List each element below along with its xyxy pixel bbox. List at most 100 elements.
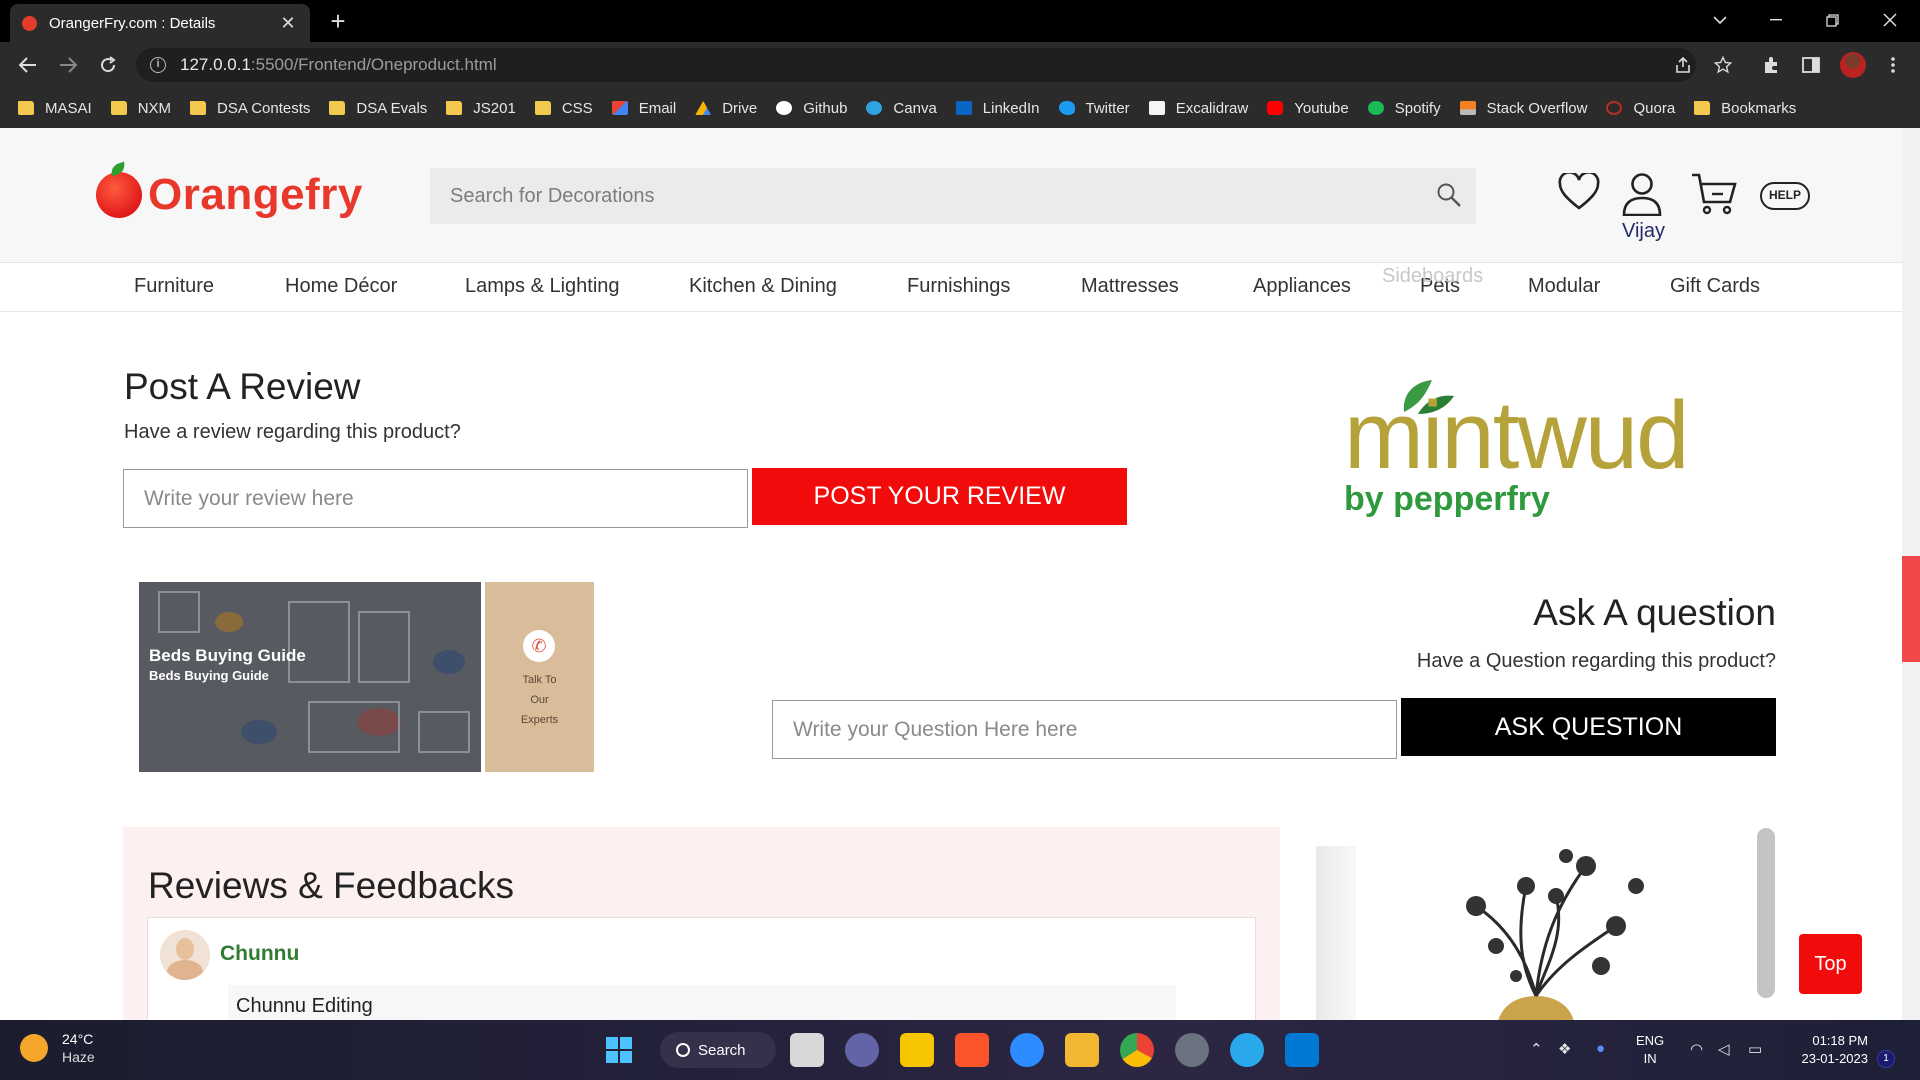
wishlist-heart-icon[interactable] <box>1558 173 1600 211</box>
nav-modular[interactable]: Modular <box>1528 275 1600 298</box>
bookmark-linkedin[interactable]: LinkedIn <box>955 100 1040 117</box>
user-name[interactable]: Vijay <box>1622 220 1665 243</box>
nav-home-decor[interactable]: Home Décor <box>285 275 397 298</box>
bookmark-dsa-contests[interactable]: DSA Contests <box>190 100 310 117</box>
bookmark-spotify[interactable]: Spotify <box>1367 100 1441 117</box>
ask-question-button[interactable]: ASK QUESTION <box>1401 698 1776 756</box>
bookmark-quora[interactable]: Quora <box>1606 100 1675 117</box>
folder-icon <box>329 101 346 115</box>
language-indicator[interactable]: ENG IN <box>1636 1032 1664 1068</box>
bookmark-label: Stack Overflow <box>1486 99 1588 117</box>
volume-icon[interactable]: ◁ <box>1718 1040 1730 1058</box>
system-clock[interactable]: 01:18 PM 23-01-2023 <box>1788 1032 1869 1068</box>
side-panel-icon[interactable] <box>1796 50 1826 80</box>
bookmark-css[interactable]: CSS <box>534 100 593 117</box>
page-scrollbar[interactable] <box>1902 128 1920 1020</box>
profile-avatar[interactable] <box>1840 52 1866 78</box>
search-icon[interactable] <box>1436 182 1462 208</box>
restore-icon[interactable] <box>1804 0 1860 40</box>
bookmark-stack-overflow[interactable]: Stack Overflow <box>1459 99 1588 117</box>
bookmark-canva[interactable]: Canva <box>866 100 937 117</box>
windows-taskbar: 24°C Haze Search ⌃ ❖ ● ENG IN ◠ ◁ ▭ 01:1… <box>0 1020 1920 1080</box>
reload-icon[interactable] <box>90 42 126 88</box>
tab-close-icon[interactable]: ✕ <box>278 13 298 34</box>
site-favicon-icon <box>22 15 37 31</box>
taskbar-search[interactable]: Search <box>660 1032 776 1068</box>
chrome-icon[interactable] <box>1120 1033 1154 1067</box>
search-icon <box>676 1043 690 1057</box>
url-field[interactable]: i 127.0.0.1:5500/Frontend/Oneproduct.htm… <box>136 48 1696 82</box>
telegram-icon[interactable] <box>1230 1033 1264 1067</box>
minimize-icon[interactable] <box>1748 0 1804 40</box>
bookmark-excalidraw[interactable]: Excalidraw <box>1148 100 1248 117</box>
share-icon[interactable] <box>1668 50 1698 80</box>
bookmark-twitter[interactable]: Twitter <box>1058 100 1130 117</box>
browser-tab[interactable]: OrangerFry.com : Details ✕ <box>10 4 310 42</box>
forward-icon[interactable] <box>50 42 86 88</box>
search-input[interactable] <box>430 168 1410 224</box>
bookmark-github[interactable]: Github <box>776 100 847 117</box>
show-hidden-icons-icon[interactable]: ⌃ <box>1530 1040 1543 1058</box>
battery-icon[interactable]: ▭ <box>1748 1040 1762 1058</box>
brave-browser-icon[interactable] <box>955 1033 989 1067</box>
settings-gear-icon[interactable] <box>1175 1033 1209 1067</box>
nav-appliances[interactable]: Appliances <box>1253 275 1351 298</box>
nav-kitchen-dining[interactable]: Kitchen & Dining <box>689 275 837 298</box>
question-input[interactable] <box>772 700 1397 759</box>
weather-widget[interactable]: 24°C Haze <box>20 1030 95 1066</box>
post-review-button[interactable]: POST YOUR REVIEW <box>752 468 1127 525</box>
bookmark-label: DSA Evals <box>356 99 428 117</box>
talk-to-experts-card[interactable]: ✆ Talk To Our Experts <box>485 582 594 772</box>
help-button[interactable]: HELP <box>1760 182 1810 210</box>
weather-condition: Haze <box>62 1049 95 1065</box>
microphone-icon[interactable]: ● <box>1596 1040 1605 1057</box>
dropbox-icon[interactable]: ❖ <box>1558 1040 1571 1058</box>
nav-gift-cards[interactable]: Gift Cards <box>1670 275 1760 298</box>
tab-title: OrangerFry.com : Details <box>49 14 216 32</box>
bookmark-bookmarks[interactable]: Bookmarks <box>1694 100 1796 117</box>
sticky-notes-icon[interactable] <box>900 1033 934 1067</box>
bookmark-youtube[interactable]: Youtube <box>1267 100 1349 117</box>
browser-tab-bar: OrangerFry.com : Details ✕ + <box>0 0 1920 42</box>
beds-buying-guide-banner[interactable]: Beds Buying Guide Beds Buying Guide <box>139 582 481 772</box>
user-profile-icon[interactable] <box>1621 172 1663 216</box>
bookmark-star-icon[interactable] <box>1708 50 1738 80</box>
page-scrollbar-thumb[interactable] <box>1902 556 1920 662</box>
site-info-icon[interactable]: i <box>150 57 166 73</box>
stack-overflow-icon <box>1459 101 1476 115</box>
task-view-icon[interactable] <box>790 1033 824 1067</box>
back-icon[interactable] <box>10 42 46 88</box>
site-logo[interactable]: Orangefry <box>96 170 363 220</box>
nav-lamps-lighting[interactable]: Lamps & Lighting <box>465 275 620 298</box>
bookmark-email[interactable]: Email <box>611 100 676 117</box>
carousel-scrollbar[interactable] <box>1757 828 1775 998</box>
nav-furnishings[interactable]: Furnishings <box>907 275 1010 298</box>
nav-furniture[interactable]: Furniture <box>134 275 214 298</box>
scroll-to-top-button[interactable]: Top <box>1799 934 1862 994</box>
notification-badge[interactable]: 1 <box>1877 1050 1895 1068</box>
decor-vase-image <box>1466 849 1644 1020</box>
ask-question-subtitle: Have a Question regarding this product? <box>1416 650 1776 672</box>
new-tab-icon[interactable]: + <box>324 6 352 37</box>
wifi-icon[interactable]: ◠ <box>1690 1040 1703 1058</box>
windows-start-icon[interactable] <box>602 1033 636 1067</box>
bookmark-drive[interactable]: Drive <box>695 100 757 117</box>
bookmark-label: NXM <box>137 99 172 117</box>
browser-menu-icon[interactable] <box>1878 50 1908 80</box>
nav-mattresses[interactable]: Mattresses <box>1081 275 1179 298</box>
bookmark-nxm[interactable]: NXM <box>110 99 172 117</box>
file-explorer-icon[interactable] <box>1065 1033 1099 1067</box>
bookmark-label: Youtube <box>1294 99 1349 117</box>
url-path: :5500/Frontend/Oneproduct.html <box>250 55 497 74</box>
teams-chat-icon[interactable] <box>845 1033 879 1067</box>
bookmark-masai[interactable]: MASAI <box>18 100 92 117</box>
close-window-icon[interactable] <box>1862 0 1918 40</box>
cart-icon[interactable] <box>1690 172 1738 216</box>
vscode-icon[interactable] <box>1285 1033 1319 1067</box>
bookmark-dsa-evals[interactable]: DSA Evals <box>329 100 427 117</box>
zoom-icon[interactable] <box>1010 1033 1044 1067</box>
review-input[interactable] <box>123 469 748 528</box>
tab-search-chevron-icon[interactable] <box>1692 0 1748 40</box>
extensions-icon[interactable] <box>1756 50 1786 80</box>
bookmark-js201[interactable]: JS201 <box>446 100 516 117</box>
